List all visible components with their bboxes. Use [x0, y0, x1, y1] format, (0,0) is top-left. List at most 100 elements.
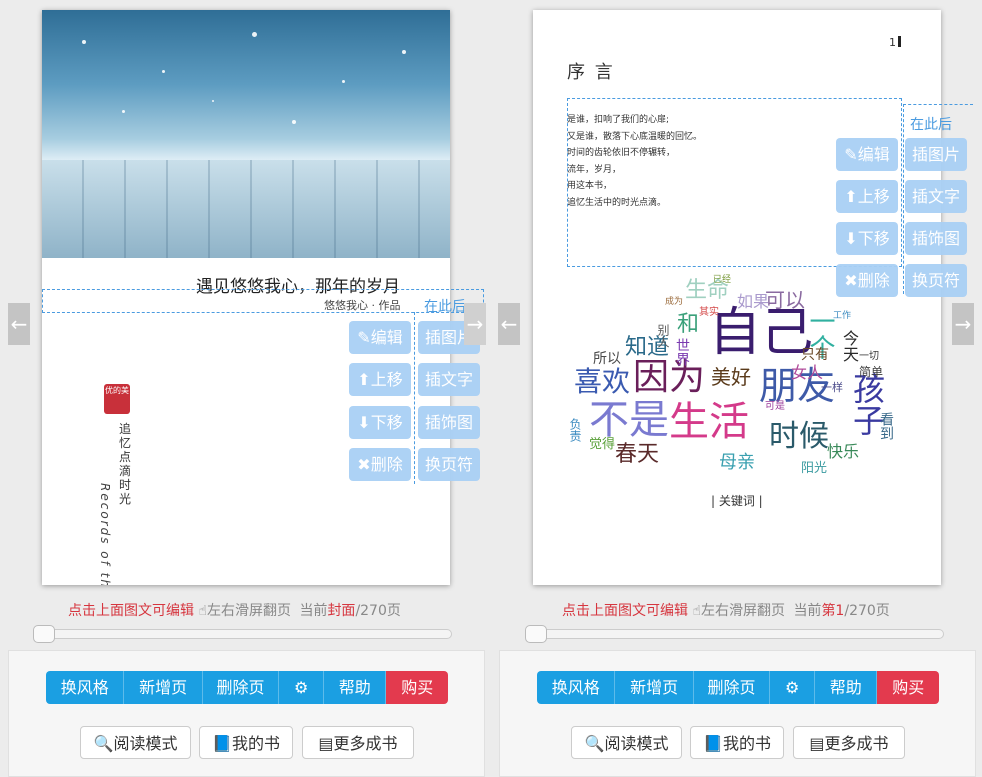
wordcloud-word: 简单 [859, 365, 884, 379]
delete-page-button[interactable]: 删除页 [693, 671, 771, 704]
wordcloud-word: 一样 [821, 381, 843, 394]
wordcloud-word: 生活 [669, 399, 749, 445]
snow-flake [292, 120, 296, 124]
snow-flake [212, 100, 214, 102]
wordcloud-word: 只有 [801, 347, 829, 363]
change-style-button[interactable]: 换风格 [46, 671, 125, 704]
insert-decoration-button[interactable]: 插饰图 [905, 222, 967, 255]
preface-title[interactable]: 序 言 [567, 58, 615, 84]
insert-guide-line [414, 312, 415, 484]
snow-flake [122, 110, 125, 113]
edit-button[interactable]: ✎编辑 [836, 138, 898, 171]
wordcloud-word: 女人 [791, 363, 824, 382]
wordcloud-word: 一切 [859, 351, 879, 362]
snow-flake [402, 50, 406, 54]
prev-page-arrow[interactable]: ← [498, 303, 520, 345]
next-page-arrow[interactable]: → [952, 303, 974, 345]
wordcloud-word: 因为 [633, 357, 706, 398]
wordcloud-word: 负责 [568, 418, 582, 442]
cover-image-floor [42, 160, 450, 258]
wordcloud-word: 成为 [665, 297, 684, 307]
page-break-button[interactable]: 换页符 [418, 448, 480, 481]
wordcloud-word: 已经 [713, 275, 732, 285]
swipe-hand-icon: ☝ [692, 603, 701, 619]
help-button[interactable]: 帮助 [814, 671, 878, 704]
my-books-button[interactable]: 📘我的书 [199, 726, 293, 759]
insert-text-button[interactable]: 插文字 [905, 180, 967, 213]
book-icon: 📘 [212, 734, 232, 753]
page-slider-handle[interactable] [525, 625, 547, 643]
page-slider[interactable] [33, 625, 452, 643]
search-icon: 🔍 [93, 734, 114, 753]
help-button[interactable]: 帮助 [323, 671, 387, 704]
page-number: 1 [889, 36, 901, 49]
wordcloud-word: 美好 [711, 365, 751, 389]
move-down-button[interactable]: ⬇下移 [349, 406, 411, 439]
book-icon: 📘 [703, 734, 723, 753]
wordcloud-word: 喜欢 [574, 365, 631, 398]
book-stack-icon: ▤ [809, 734, 825, 753]
insert-guide-line [903, 104, 904, 294]
wordcloud-word: 可以 [765, 288, 805, 312]
wordcloud-word: 不是 [589, 397, 669, 443]
insert-text-button[interactable]: 插文字 [418, 363, 480, 396]
insert-here-label: 在此后 [424, 299, 466, 315]
vertical-title-cn[interactable]: 追忆点滴时光 [119, 422, 133, 506]
preface-page[interactable]: 1 序 言 是谁，扣响了我们的心扉; 又是谁，散落下心底温暖的回忆。 时间的齿轮… [533, 10, 941, 585]
next-page-arrow[interactable]: → [464, 303, 486, 345]
read-mode-button[interactable]: 🔍阅读模式 [571, 726, 682, 759]
read-mode-button[interactable]: 🔍阅读模式 [80, 726, 191, 759]
cover-image[interactable] [42, 10, 450, 258]
main-toolbar: 换风格 新增页 删除页 ⚙ 帮助 购买 [46, 671, 448, 704]
page-break-button[interactable]: 换页符 [905, 264, 967, 297]
search-icon: 🔍 [584, 734, 605, 753]
delete-block-button[interactable]: ✖删除 [836, 264, 898, 297]
move-up-button[interactable]: ⬆上移 [349, 363, 411, 396]
main-toolbar: 换风格 新增页 删除页 ⚙ 帮助 购买 [537, 671, 939, 704]
seal-text: 优的美 [105, 386, 129, 395]
wordcloud-word: 所以 [593, 351, 621, 367]
bottom-toolbar-panel: 换风格 新增页 删除页 ⚙ 帮助 购买 🔍阅读模式 📘我的书 ▤更多成书 [8, 650, 485, 777]
wordcloud-word: 别人 [656, 324, 670, 348]
page-slider-handle[interactable] [33, 625, 55, 643]
gear-icon[interactable]: ⚙ [279, 671, 324, 704]
wordcloud-word: 和 [677, 312, 700, 337]
insert-decoration-button[interactable]: 插饰图 [418, 406, 480, 439]
prev-page-arrow[interactable]: ← [8, 303, 30, 345]
buy-button[interactable]: 购买 [877, 671, 939, 704]
selected-block-outline [42, 289, 484, 313]
page-slider[interactable] [525, 625, 944, 643]
wordcloud-word: 自己 [709, 303, 814, 363]
book-stack-icon: ▤ [318, 734, 334, 753]
delete-block-button[interactable]: ✖删除 [349, 448, 411, 481]
page-hint: 点击上面图文可编辑 ☝左右滑屏翻页 当前第1/270页 [562, 603, 890, 619]
wordcloud-word: 春天 [615, 442, 660, 467]
wordcloud-word: 今天 [840, 330, 859, 362]
move-down-button[interactable]: ⬇下移 [836, 222, 898, 255]
bottom-toolbar-panel: 换风格 新增页 删除页 ⚙ 帮助 购买 🔍阅读模式 📘我的书 ▤更多成书 [499, 650, 976, 777]
wordcloud-word: 阳光 [801, 461, 828, 476]
add-page-button[interactable]: 新增页 [124, 671, 203, 704]
more-books-button[interactable]: ▤更多成书 [302, 726, 414, 759]
keyword-wordcloud[interactable]: 自己 因为 朋友 不是 生活 孩子 时候 喜欢 春天 知道 美好 生命 可以 一… [568, 272, 909, 487]
buy-button[interactable]: 购买 [386, 671, 448, 704]
snow-flake [82, 40, 86, 44]
insert-here-label: 在此后 [910, 117, 952, 133]
wordcloud-word: 时候 [769, 419, 829, 454]
snow-flake [162, 70, 165, 73]
gear-icon[interactable]: ⚙ [770, 671, 815, 704]
move-up-button[interactable]: ⬆上移 [836, 180, 898, 213]
wordcloud-word: 可是 [765, 401, 785, 412]
wordcloud-word: 世界 [674, 338, 690, 366]
edit-button[interactable]: ✎编辑 [349, 321, 411, 354]
wordcloud-word: 觉得 [589, 437, 616, 452]
insert-image-button[interactable]: 插图片 [905, 138, 967, 171]
change-style-button[interactable]: 换风格 [537, 671, 616, 704]
wordcloud-word: 如果 [737, 292, 770, 311]
my-books-button[interactable]: 📘我的书 [690, 726, 784, 759]
vertical-title-en[interactable]: Records of the past [98, 483, 112, 585]
page-hint: 点击上面图文可编辑 ☝左右滑屏翻页 当前封面/270页 [68, 603, 401, 619]
delete-page-button[interactable]: 删除页 [202, 671, 280, 704]
add-page-button[interactable]: 新增页 [615, 671, 694, 704]
more-books-button[interactable]: ▤更多成书 [793, 726, 905, 759]
